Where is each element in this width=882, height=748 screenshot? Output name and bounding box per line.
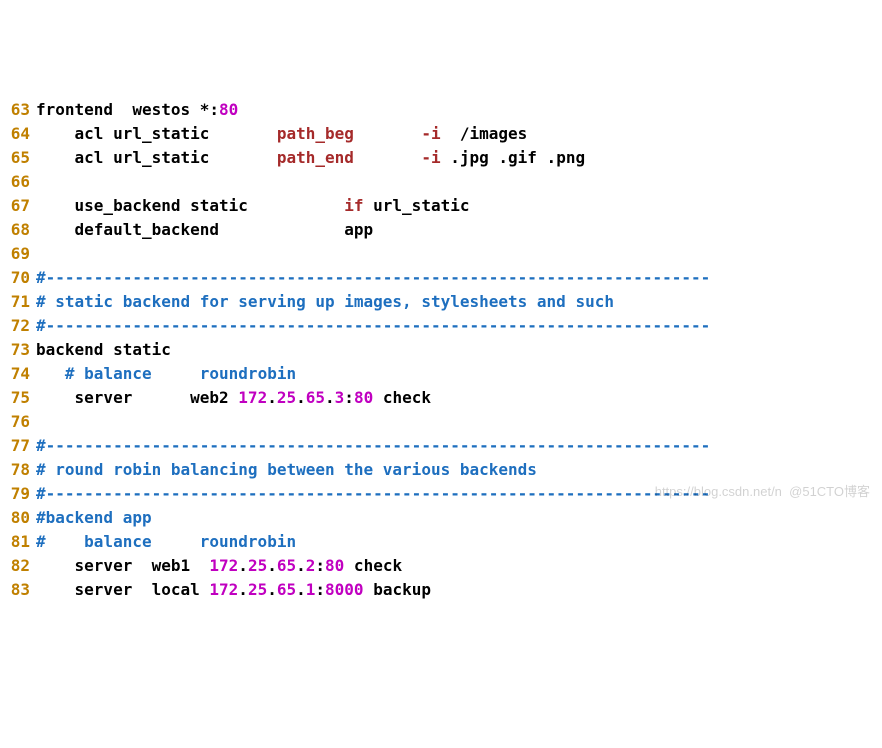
code-line: 71# static backend for serving up images… <box>0 290 882 314</box>
line-number: 82 <box>0 554 36 578</box>
line-content: # static backend for serving up images, … <box>36 290 882 314</box>
line-number: 69 <box>0 242 36 266</box>
code-line: 77#-------------------------------------… <box>0 434 882 458</box>
line-content: #---------------------------------------… <box>36 266 882 290</box>
code-line: 78# round robin balancing between the va… <box>0 458 882 482</box>
code-line: 81# balance roundrobin <box>0 530 882 554</box>
code-line: 64 acl url_static path_beg -i /images <box>0 122 882 146</box>
code-line: 68 default_backend app <box>0 218 882 242</box>
code-line: 74 # balance roundrobin <box>0 362 882 386</box>
line-number: 75 <box>0 386 36 410</box>
line-content: # balance roundrobin <box>36 362 882 386</box>
code-line: 79#-------------------------------------… <box>0 482 882 506</box>
line-content <box>36 170 882 194</box>
line-content: server web1 172.25.65.2:80 check <box>36 554 882 578</box>
code-line: 72#-------------------------------------… <box>0 314 882 338</box>
line-content: # balance roundrobin <box>36 530 882 554</box>
line-content: #---------------------------------------… <box>36 482 882 506</box>
line-number: 81 <box>0 530 36 554</box>
line-content: use_backend static if url_static <box>36 194 882 218</box>
line-content: # round robin balancing between the vari… <box>36 458 882 482</box>
code-line: 70#-------------------------------------… <box>0 266 882 290</box>
line-number: 63 <box>0 98 36 122</box>
line-content: default_backend app <box>36 218 882 242</box>
code-line: 76 <box>0 410 882 434</box>
line-number: 64 <box>0 122 36 146</box>
code-editor: 63frontend westos *:8064 acl url_static … <box>0 96 882 604</box>
line-number: 73 <box>0 338 36 362</box>
code-line: 63frontend westos *:80 <box>0 98 882 122</box>
line-content: frontend westos *:80 <box>36 98 882 122</box>
code-line: 69 <box>0 242 882 266</box>
line-number: 83 <box>0 578 36 602</box>
line-number: 67 <box>0 194 36 218</box>
line-number: 68 <box>0 218 36 242</box>
line-content: server web2 172.25.65.3:80 check <box>36 386 882 410</box>
line-content: acl url_static path_end -i .jpg .gif .pn… <box>36 146 882 170</box>
line-content: server local 172.25.65.1:8000 backup <box>36 578 882 602</box>
code-line: 75 server web2 172.25.65.3:80 check <box>0 386 882 410</box>
line-content <box>36 242 882 266</box>
code-line: 65 acl url_static path_end -i .jpg .gif … <box>0 146 882 170</box>
code-line: 66 <box>0 170 882 194</box>
code-line: 67 use_backend static if url_static <box>0 194 882 218</box>
line-number: 77 <box>0 434 36 458</box>
code-line: 73backend static <box>0 338 882 362</box>
line-content: backend static <box>36 338 882 362</box>
line-number: 72 <box>0 314 36 338</box>
line-content: acl url_static path_beg -i /images <box>36 122 882 146</box>
line-number: 66 <box>0 170 36 194</box>
line-number: 79 <box>0 482 36 506</box>
line-number: 70 <box>0 266 36 290</box>
code-line: 82 server web1 172.25.65.2:80 check <box>0 554 882 578</box>
line-number: 76 <box>0 410 36 434</box>
line-number: 74 <box>0 362 36 386</box>
line-number: 78 <box>0 458 36 482</box>
code-line: 83 server local 172.25.65.1:8000 backup <box>0 578 882 602</box>
line-content: #---------------------------------------… <box>36 314 882 338</box>
line-content <box>36 410 882 434</box>
line-content: #---------------------------------------… <box>36 434 882 458</box>
line-number: 71 <box>0 290 36 314</box>
line-number: 65 <box>0 146 36 170</box>
